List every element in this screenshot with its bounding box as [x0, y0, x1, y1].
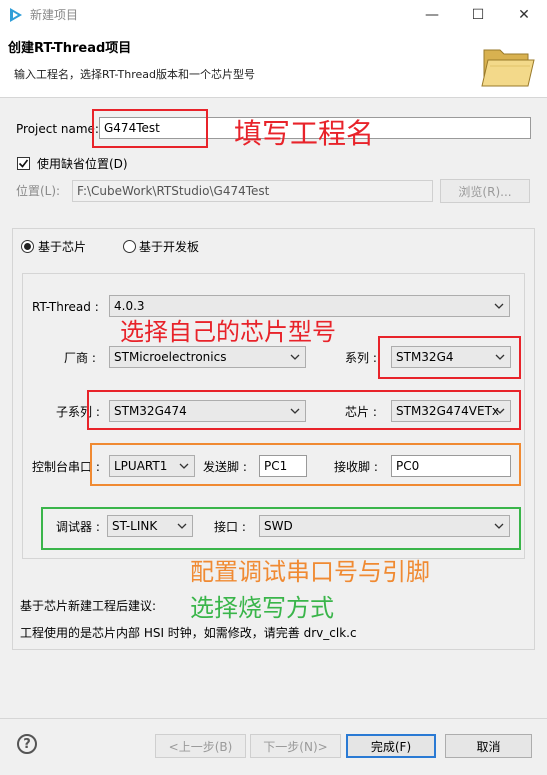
help-icon[interactable]: ? [17, 734, 37, 754]
close-icon: ✕ [518, 7, 530, 23]
rtthread-version-value: 4.0.3 [114, 299, 145, 313]
maximize-button[interactable]: ☐ [455, 0, 501, 30]
project-name-label: Project name: [16, 122, 99, 136]
vendor-value: STMicroelectronics [114, 350, 227, 364]
chevron-down-icon [290, 354, 300, 360]
radio-selected-dot [24, 243, 31, 250]
annotation-chip-select: 选择自己的芯片型号 [120, 318, 336, 346]
minimize-button[interactable]: — [409, 0, 455, 30]
chevron-down-icon [494, 303, 504, 309]
project-name-highlight [92, 109, 208, 148]
board-radio[interactable] [123, 240, 136, 253]
board-radio-label: 基于开发板 [139, 240, 200, 254]
footer-separator [0, 718, 547, 719]
minimize-icon: — [425, 7, 439, 23]
checkmark-icon [18, 159, 29, 168]
rt-thread-studio-icon [10, 8, 22, 22]
open-folder-icon [481, 49, 535, 87]
series-highlight [378, 336, 521, 379]
advice-text: 工程使用的是芯片内部 HSI 时钟，如需修改，请完善 drv_clk.c [20, 626, 357, 640]
rtthread-version-select[interactable]: 4.0.3 [109, 295, 510, 317]
debugger-highlight [41, 507, 521, 550]
browse-button[interactable]: 浏览(R)... [440, 179, 530, 203]
chip-highlight [87, 390, 521, 430]
close-button[interactable]: ✕ [501, 0, 547, 30]
series-label: 系列 : [345, 351, 377, 365]
chip-radio-label: 基于芯片 [38, 240, 87, 254]
serial-highlight [90, 443, 521, 486]
finish-button[interactable]: 完成(F) [346, 734, 436, 758]
annotation-serial-config: 配置调试串口号与引脚 [190, 558, 430, 586]
location-input[interactable]: F:\CubeWork\RTStudio\G474Test [72, 180, 433, 202]
use-default-location-checkbox[interactable] [17, 157, 30, 170]
next-button[interactable]: 下一步(N)> [250, 734, 341, 758]
advice-title: 基于芯片新建工程后建议: [20, 599, 157, 613]
location-label: 位置(L): [16, 184, 61, 198]
window-title: 新建项目 [30, 8, 79, 22]
maximize-icon: ☐ [471, 7, 485, 23]
back-button[interactable]: <上一步(B) [155, 734, 246, 758]
rtthread-version-label: RT-Thread : [32, 300, 99, 314]
annotation-project-name: 填写工程名 [234, 117, 375, 150]
use-default-location-label: 使用缺省位置(D) [37, 157, 128, 171]
wizard-description: 输入工程名，选择RT-Thread版本和一个芯片型号 [14, 68, 255, 81]
annotation-debug-config: 选择烧写方式 [190, 594, 334, 622]
vendor-label: 厂商 : [64, 351, 96, 365]
wizard-title: 创建RT-Thread项目 [8, 41, 132, 56]
vendor-select[interactable]: STMicroelectronics [109, 346, 306, 368]
cancel-button[interactable]: 取消 [445, 734, 532, 758]
chip-radio[interactable] [21, 240, 34, 253]
